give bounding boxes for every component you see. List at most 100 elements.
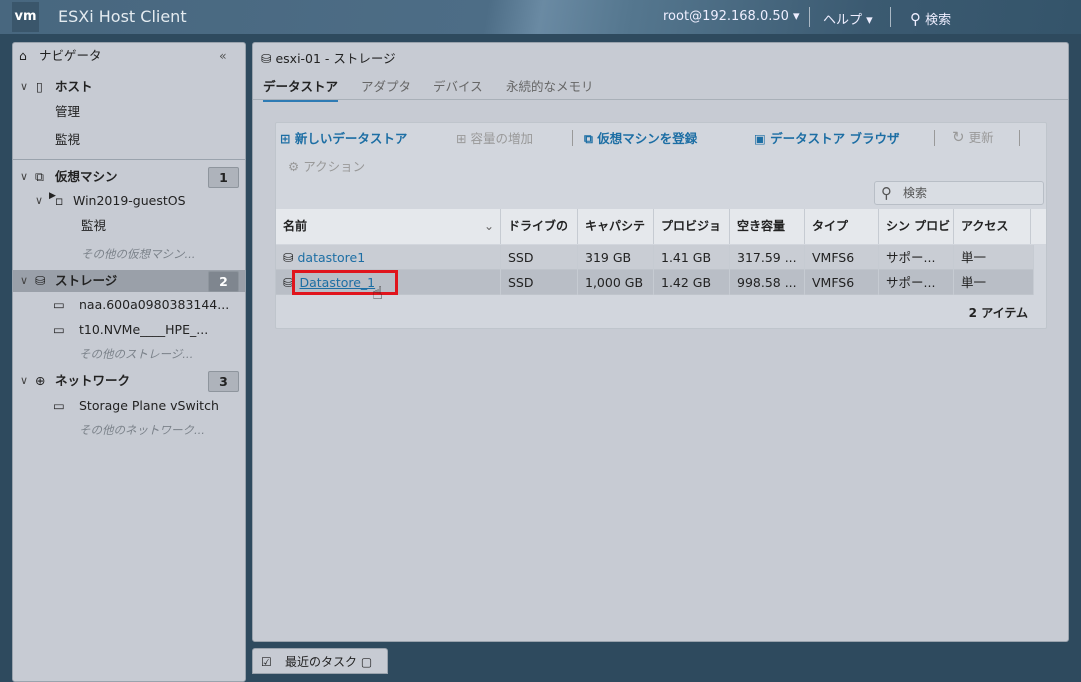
divider — [13, 159, 245, 160]
storage-count-badge: 2 — [208, 271, 239, 292]
datastore-grid: ⊞ 新しいデータストア ⊞ 容量の増加 ⧉ 仮想マシンを登録 ▣ データストア … — [275, 122, 1047, 329]
divider — [572, 130, 573, 146]
nav-host-monitor[interactable]: 監視 — [13, 129, 245, 151]
register-vm-button[interactable]: ⧉ 仮想マシンを登録 — [584, 128, 697, 147]
cell-capacity: 319 GB — [578, 245, 654, 270]
nav-storage-naa[interactable]: ▭ naa.600a0980383144... — [13, 294, 245, 316]
cell-provisioned: 1.41 GB — [654, 245, 730, 270]
cell-drive: SSD — [501, 245, 578, 270]
cell-access: 単一 — [954, 245, 1034, 270]
help-menu[interactable]: ヘルプ ▾ — [823, 9, 873, 28]
storage-panel: ⛁ esxi-01 - ストレージ データストア アダプタ デバイス 永続的なメ… — [252, 42, 1069, 642]
tab-adapters[interactable]: アダプタ — [361, 76, 411, 95]
increase-capacity-button[interactable]: ⊞ 容量の増加 — [456, 128, 533, 147]
col-capacity[interactable]: キャパシテ — [578, 209, 654, 244]
network-count-badge: 3 — [208, 371, 239, 392]
hand-cursor-icon: ☝ — [372, 283, 383, 304]
tab-persistent-memory[interactable]: 永続的なメモリ — [506, 76, 594, 95]
button-label: 更新 — [968, 130, 994, 145]
nav-network-vswitch[interactable]: ▭ Storage Plane vSwitch — [13, 395, 245, 417]
nav-label: ネットワーク — [55, 373, 131, 388]
nav-network[interactable]: ∨ ⊕ ネットワーク 3 — [13, 370, 245, 392]
register-vm-icon: ⧉ — [584, 131, 593, 146]
cell-thin: サポー... — [879, 245, 954, 270]
datastore-browser-button[interactable]: ▣ データストア ブラウザ — [754, 128, 900, 147]
recent-tasks-tab[interactable]: ☑ 最近のタスク ▢ — [252, 648, 388, 674]
divider — [809, 7, 810, 27]
navigator-title: ナビゲータ — [39, 48, 102, 63]
browser-icon: ▣ — [754, 131, 766, 146]
nav-label: Storage Plane vSwitch — [79, 398, 219, 413]
nav-storage-t10[interactable]: ▭ t10.NVMe____HPE_... — [13, 319, 245, 341]
col-provisioned[interactable]: プロビジョ — [654, 209, 730, 244]
nav-label: ホスト — [55, 79, 93, 94]
col-name[interactable]: 名前 ⌄ — [276, 209, 501, 244]
chevron-down-icon[interactable]: ⌄ — [484, 209, 494, 243]
help-label: ヘルプ — [823, 13, 863, 28]
col-label: 名前 — [283, 219, 308, 233]
search-icon: ⚲ — [881, 184, 892, 202]
grid-search-input[interactable]: ⚲ 検索 — [874, 181, 1044, 205]
app-title: ESXi Host Client — [58, 7, 187, 26]
actions-button[interactable]: ⚙ アクション — [288, 156, 365, 175]
storage-icon: ⛁ — [35, 273, 46, 288]
divider — [890, 7, 891, 27]
host-icon: ▯ — [36, 79, 43, 94]
col-free[interactable]: 空き容量 — [730, 209, 805, 244]
nav-vm-win2019[interactable]: ∨ ▶ ▫ Win2019-guestOS — [13, 190, 245, 212]
col-thin-provisioning[interactable]: シン プロビ — [879, 209, 954, 244]
home-icon: ⌂ — [19, 48, 27, 63]
new-datastore-icon: ⊞ — [280, 131, 291, 146]
vm-count-badge: 1 — [208, 167, 239, 188]
network-icon: ⊕ — [35, 373, 46, 388]
maximize-icon[interactable]: ▢ — [361, 655, 372, 669]
nav-host[interactable]: ∨ ▯ ホスト — [13, 76, 245, 98]
col-access[interactable]: アクセス — [954, 209, 1031, 244]
nav-label: 仮想マシン — [55, 169, 118, 184]
col-type[interactable]: タイプ — [805, 209, 879, 244]
nav-more-network[interactable]: その他のネットワーク... — [13, 419, 245, 441]
cell-thin: サポー... — [879, 270, 954, 295]
cell-provisioned: 1.42 GB — [654, 270, 730, 295]
nav-storage[interactable]: ∨ ⛁ ストレージ 2 — [13, 270, 245, 292]
refresh-button[interactable]: ↻ 更新 — [952, 127, 994, 146]
button-label: アクション — [303, 159, 366, 174]
panel-title: ⛁ esxi-01 - ストレージ — [261, 48, 396, 67]
nav-host-manage[interactable]: 管理 — [13, 101, 245, 123]
nav-vms[interactable]: ∨ ⧉ 仮想マシン 1 — [13, 166, 245, 188]
search-icon: ⚲ — [910, 10, 921, 28]
cell-name: ⛁ datastore1 — [276, 245, 501, 270]
nav-vm-monitor[interactable]: 監視 — [13, 215, 245, 237]
cell-name: ⛁ Datastore_1 — [276, 270, 501, 295]
nav-label: その他のストレージ... — [79, 347, 194, 361]
nav-label: 管理 — [55, 104, 81, 119]
vmware-logo: vm — [12, 2, 39, 32]
table-row[interactable]: ⛁ Datastore_1 SSD 1,000 GB 1.42 GB 998.5… — [276, 270, 1034, 295]
divider — [253, 99, 1068, 100]
nav-more-vms[interactable]: その他の仮想マシン... — [13, 243, 245, 265]
datastore-icon: ⛁ — [283, 275, 294, 290]
header-search[interactable]: ⚲ 検索 — [910, 9, 951, 28]
nav-label: その他の仮想マシン... — [81, 247, 196, 261]
user-menu[interactable]: root@192.168.0.50 ▾ — [663, 9, 800, 24]
nav-label: 監視 — [81, 218, 107, 233]
nav-label: naa.600a0980383144... — [79, 297, 230, 312]
table-row[interactable]: ⛁ datastore1 SSD 319 GB 1.41 GB 317.59 .… — [276, 245, 1034, 270]
increase-capacity-icon: ⊞ — [456, 131, 467, 146]
switch-icon: ▭ — [53, 398, 65, 413]
tab-devices[interactable]: デバイス — [433, 76, 483, 95]
vm-icon: ⧉ — [35, 169, 44, 184]
new-datastore-button[interactable]: ⊞ 新しいデータストア — [280, 128, 407, 147]
nav-more-storage[interactable]: その他のストレージ... — [13, 343, 245, 365]
tasks-icon: ☑ — [261, 655, 272, 669]
datastore-link[interactable]: datastore1 — [297, 250, 365, 265]
button-label: データストア ブラウザ — [770, 131, 900, 146]
app-header: vm ESXi Host Client root@192.168.0.50 ▾ … — [0, 0, 1081, 34]
cell-type: VMFS6 — [805, 245, 879, 270]
collapse-icon[interactable]: « — [219, 45, 227, 67]
database-icon: ⛁ — [261, 51, 272, 66]
cell-free: 998.58 ... — [730, 270, 805, 295]
item-count: 2 アイテム — [968, 306, 1028, 320]
col-drive-type[interactable]: ドライブの — [501, 209, 578, 244]
cell-capacity: 1,000 GB — [578, 270, 654, 295]
